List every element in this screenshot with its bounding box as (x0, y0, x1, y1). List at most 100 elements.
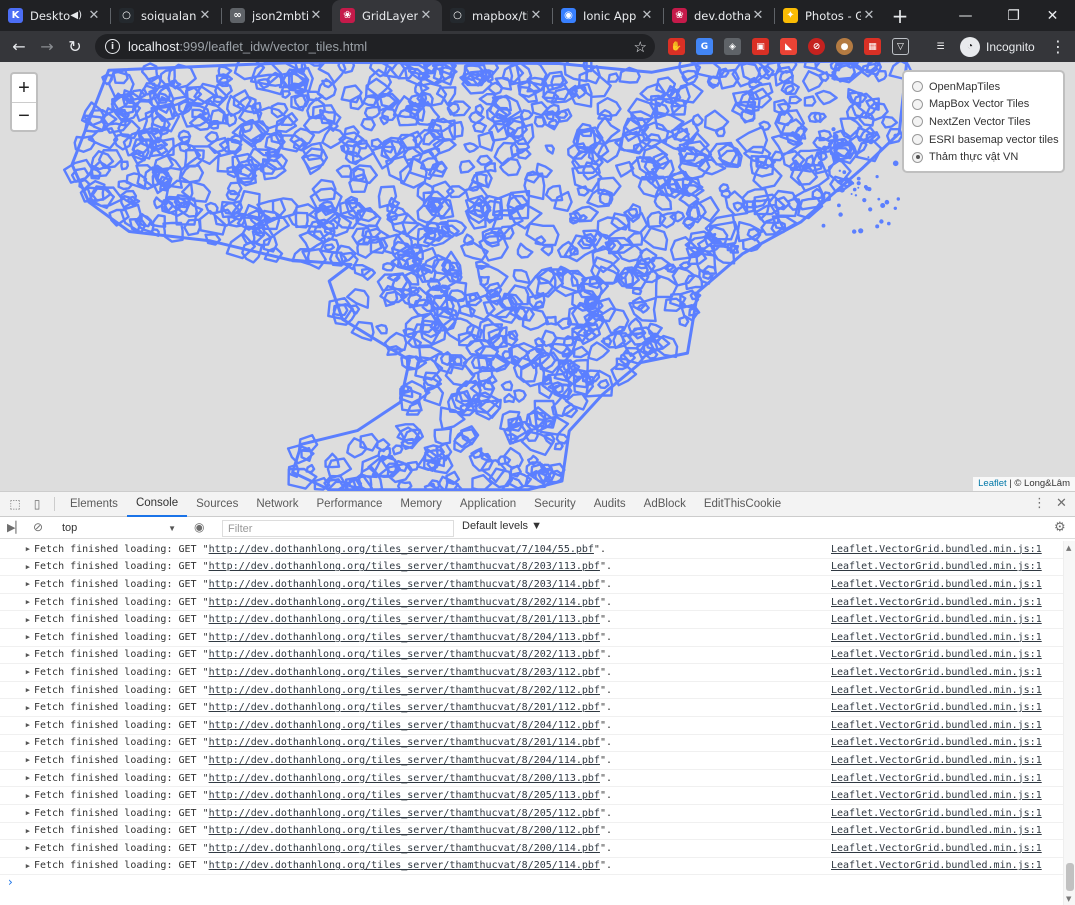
console-message[interactable]: ▶ Fetch finished loading: GET " http://dev… (0, 858, 1063, 876)
layer-option[interactable]: ESRI basemap vector tiles (912, 131, 1059, 149)
console-message[interactable]: ▶ Fetch finished loading: GET " http://dev… (0, 559, 1063, 577)
site-info-icon[interactable]: i (105, 39, 120, 54)
devtools-tab-application[interactable]: Application (451, 492, 525, 517)
console-message[interactable]: ▶ Fetch finished loading: GET " http://dev… (0, 770, 1063, 788)
extension-pin-icon[interactable]: ◈ (724, 38, 741, 55)
tab-audio-icon[interactable]: ◀) (70, 10, 82, 21)
expand-triangle-icon[interactable]: ▶ (18, 686, 30, 694)
extension-pocket-icon[interactable]: ▽ (892, 38, 909, 55)
devtools-menu-icon[interactable]: ⋮ (1033, 496, 1046, 511)
inspect-element-icon[interactable]: ⬚ (4, 492, 26, 517)
source-location-link[interactable]: Leaflet.VectorGrid.bundled.min.js:1 (831, 808, 1042, 819)
url-text[interactable]: localhost:999/leaflet_idw/vector_tiles.h… (128, 39, 367, 54)
expand-triangle-icon[interactable]: ▶ (18, 721, 30, 729)
back-icon[interactable]: ← (5, 33, 33, 61)
expand-triangle-icon[interactable]: ▶ (18, 827, 30, 835)
extension-list-icon[interactable]: ☰ (932, 38, 949, 55)
browser-tab[interactable]: ○ mapbox/tip✕ (442, 0, 552, 31)
console-message[interactable]: ▶ Fetch finished loading: GET " http://dev… (0, 805, 1063, 823)
console-message[interactable]: ▶ Fetch finished loading: GET " http://dev… (0, 647, 1063, 665)
console-message[interactable]: ▶ Fetch finished loading: GET " http://dev… (0, 735, 1063, 753)
tab-close-icon[interactable]: ✕ (418, 8, 434, 23)
source-location-link[interactable]: Leaflet.VectorGrid.bundled.min.js:1 (831, 790, 1042, 801)
devtools-tab-performance[interactable]: Performance (308, 492, 392, 517)
layer-option[interactable]: MapBox Vector Tiles (912, 96, 1055, 114)
expand-triangle-icon[interactable]: ▶ (18, 651, 30, 659)
extension-cookie-icon[interactable]: ● (836, 38, 853, 55)
devtools-tab-memory[interactable]: Memory (391, 492, 451, 517)
scrollbar-thumb[interactable] (1066, 863, 1074, 891)
expand-triangle-icon[interactable]: ▶ (18, 563, 30, 571)
expand-triangle-icon[interactable]: ▶ (18, 774, 30, 782)
devtools-tab-editthiscookie[interactable]: EditThisCookie (695, 492, 790, 517)
expand-triangle-icon[interactable]: ▶ (18, 704, 30, 712)
source-location-link[interactable]: Leaflet.VectorGrid.bundled.min.js:1 (831, 649, 1042, 660)
expand-triangle-icon[interactable]: ▶ (18, 792, 30, 800)
request-url-link[interactable]: http://dev.dothanhlong.org/tiles_server/… (209, 614, 600, 625)
expand-triangle-icon[interactable]: ▶ (18, 739, 30, 747)
expand-triangle-icon[interactable]: ▶ (18, 668, 30, 676)
browser-tab[interactable]: ◉ Ionic App ✕ (553, 0, 663, 31)
chrome-menu-icon[interactable]: ⋮ (1050, 37, 1066, 56)
devtools-close-icon[interactable]: ✕ (1056, 496, 1067, 511)
scroll-down-icon[interactable]: ▼ (1066, 895, 1071, 903)
console-message[interactable]: ▶ Fetch finished loading: GET " http://dev… (0, 611, 1063, 629)
console-scrollbar[interactable]: ▲ ▼ (1063, 541, 1075, 905)
request-url-link[interactable]: http://dev.dothanhlong.org/tiles_server/… (209, 737, 600, 748)
devtools-tab-network[interactable]: Network (247, 492, 307, 517)
expand-triangle-icon[interactable]: ▶ (18, 756, 30, 764)
window-close-icon[interactable]: ✕ (1030, 0, 1075, 31)
request-url-link[interactable]: http://dev.dothanhlong.org/tiles_server/… (209, 702, 600, 713)
source-location-link[interactable]: Leaflet.VectorGrid.bundled.min.js:1 (831, 843, 1042, 854)
expand-triangle-icon[interactable]: ▶ (18, 545, 30, 553)
source-location-link[interactable]: Leaflet.VectorGrid.bundled.min.js:1 (831, 561, 1042, 572)
request-url-link[interactable]: http://dev.dothanhlong.org/tiles_server/… (209, 808, 600, 819)
new-tab-button[interactable]: + (885, 0, 915, 31)
devtools-tab-audits[interactable]: Audits (585, 492, 635, 517)
source-location-link[interactable]: Leaflet.VectorGrid.bundled.min.js:1 (831, 773, 1042, 784)
forward-icon[interactable]: → (33, 33, 61, 61)
source-location-link[interactable]: Leaflet.VectorGrid.bundled.min.js:1 (831, 614, 1042, 625)
extension-block-icon[interactable]: ⊘ (808, 38, 825, 55)
log-levels-dropdown[interactable]: Default levels ▼ (462, 520, 542, 532)
tab-close-icon[interactable]: ✕ (308, 8, 324, 23)
console-filter-input[interactable]: Filter (222, 520, 454, 537)
console-message[interactable]: ▶ Fetch finished loading: GET " http://dev… (0, 717, 1063, 735)
console-message[interactable]: ▶ Fetch finished loading: GET " http://dev… (0, 629, 1063, 647)
expand-triangle-icon[interactable]: ▶ (18, 844, 30, 852)
layer-radio[interactable] (912, 151, 923, 163)
layer-radio[interactable] (912, 134, 923, 146)
browser-tab[interactable]: ∞ json2mbtil ✕ (222, 0, 332, 31)
browser-tab[interactable]: ○ soiqualang✕ (111, 0, 221, 31)
source-location-link[interactable]: Leaflet.VectorGrid.bundled.min.js:1 (831, 579, 1042, 590)
expand-triangle-icon[interactable]: ▶ (18, 633, 30, 641)
console-message[interactable]: ▶ Fetch finished loading: GET " http://dev… (0, 699, 1063, 717)
address-bar[interactable]: i localhost:999/leaflet_idw/vector_tiles… (95, 34, 655, 59)
source-location-link[interactable]: Leaflet.VectorGrid.bundled.min.js:1 (831, 685, 1042, 696)
extension-game-icon[interactable]: ▦ (864, 38, 881, 55)
request-url-link[interactable]: http://dev.dothanhlong.org/tiles_server/… (209, 790, 600, 801)
devtools-tab-security[interactable]: Security (525, 492, 585, 517)
request-url-link[interactable]: http://dev.dothanhlong.org/tiles_server/… (209, 825, 600, 836)
request-url-link[interactable]: http://dev.dothanhlong.org/tiles_server/… (209, 579, 600, 590)
live-expression-eye-icon[interactable]: ◉ (194, 520, 204, 534)
browser-tab[interactable]: K Deskto ◀) ✕ (0, 0, 110, 31)
source-location-link[interactable]: Leaflet.VectorGrid.bundled.min.js:1 (831, 720, 1042, 731)
request-url-link[interactable]: http://dev.dothanhlong.org/tiles_server/… (209, 544, 594, 555)
devtools-tab-elements[interactable]: Elements (61, 492, 127, 517)
devtools-tab-sources[interactable]: Sources (187, 492, 247, 517)
source-location-link[interactable]: Leaflet.VectorGrid.bundled.min.js:1 (831, 860, 1042, 871)
browser-tab[interactable]: ✦ Photos - G ✕ (775, 0, 885, 31)
console-prompt-icon[interactable]: › (8, 875, 13, 889)
expand-triangle-icon[interactable]: ▶ (18, 580, 30, 588)
tab-close-icon[interactable]: ✕ (861, 8, 877, 23)
browser-tab[interactable]: ❀ dev.dothan✕ (664, 0, 774, 31)
leaflet-map[interactable]: + − OpenMapTiles MapBox Vector Tiles NextZ… (0, 62, 1075, 491)
request-url-link[interactable]: http://dev.dothanhlong.org/tiles_server/… (209, 632, 600, 643)
expand-triangle-icon[interactable]: ▶ (18, 809, 30, 817)
extension-translate-icon[interactable]: G (696, 38, 713, 55)
source-location-link[interactable]: Leaflet.VectorGrid.bundled.min.js:1 (831, 667, 1042, 678)
bookmark-star-icon[interactable]: ☆ (634, 38, 647, 56)
request-url-link[interactable]: http://dev.dothanhlong.org/tiles_server/… (209, 685, 600, 696)
zoom-in-button[interactable]: + (12, 74, 36, 102)
